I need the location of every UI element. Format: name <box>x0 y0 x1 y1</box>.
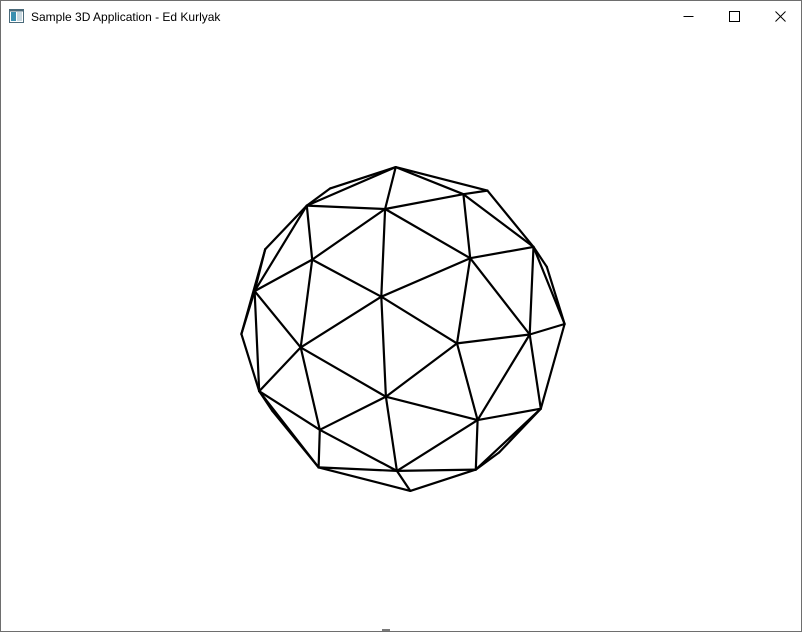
mesh-edge <box>317 428 321 469</box>
mesh-edge <box>394 166 489 192</box>
mesh-edge <box>271 410 320 469</box>
minimize-icon <box>683 16 693 17</box>
mesh-edge <box>455 342 479 422</box>
mesh-edge <box>474 451 501 471</box>
mesh-edge <box>305 166 397 207</box>
mesh-edge <box>462 193 535 248</box>
sphere-mesh <box>240 166 566 492</box>
mesh-edge <box>258 346 302 393</box>
mesh-edge <box>318 395 387 431</box>
app-window-icon[interactable] <box>9 9 24 23</box>
mesh-edge <box>394 166 465 196</box>
mesh-edge <box>469 245 535 260</box>
mesh-edge <box>311 258 383 298</box>
mesh-edge <box>253 204 308 293</box>
wireframe-sphere <box>240 166 566 492</box>
mesh-edge <box>299 346 387 398</box>
mesh-edge <box>528 245 535 336</box>
mesh-edge <box>528 322 566 336</box>
mesh-edge <box>395 419 479 472</box>
minimize-button[interactable] <box>665 1 711 32</box>
mesh-edge <box>258 390 321 431</box>
mesh-edge <box>384 342 459 398</box>
mesh-edge <box>476 333 531 422</box>
mesh-edge <box>311 207 387 261</box>
mesh-edge <box>299 295 383 349</box>
mesh-edge <box>305 204 387 211</box>
mesh-edge <box>469 257 531 336</box>
mesh-edge <box>305 204 314 261</box>
window-title: Sample 3D Application - Ed Kurlyak <box>31 10 221 24</box>
mesh-edge <box>384 395 479 422</box>
mesh-edge <box>384 395 398 472</box>
mesh-edge <box>455 333 531 345</box>
maximize-button[interactable] <box>711 1 757 32</box>
mesh-edge <box>253 248 267 293</box>
mesh-edge <box>462 193 472 260</box>
mesh-edge <box>318 428 398 472</box>
close-button[interactable] <box>757 1 801 32</box>
resize-grip <box>382 629 390 631</box>
mesh-edge <box>299 258 314 349</box>
mesh-edge <box>299 346 321 431</box>
mesh-edge <box>474 419 479 471</box>
mesh-edge <box>384 207 472 260</box>
close-icon <box>774 11 786 22</box>
mesh-edge <box>380 295 387 398</box>
mesh-edge <box>380 207 387 298</box>
mesh-edge <box>462 189 489 196</box>
maximize-icon <box>728 11 740 22</box>
mesh-edge <box>380 295 459 345</box>
title-bar[interactable]: Sample 3D Application - Ed Kurlyak <box>1 1 801 32</box>
mesh-edge <box>253 290 302 349</box>
mesh-edge <box>455 257 472 345</box>
render-viewport[interactable] <box>1 32 801 631</box>
mesh-edge <box>384 166 397 211</box>
mesh-edge <box>380 257 472 298</box>
mesh-edge <box>545 265 566 326</box>
mesh-edge <box>409 468 477 492</box>
mesh-edge <box>384 193 465 211</box>
app-window: Sample 3D Application - Ed Kurlyak <box>0 0 802 632</box>
mesh-edge <box>395 468 477 472</box>
mesh-edge <box>528 333 542 410</box>
mesh-edge <box>264 204 308 251</box>
mesh-edge <box>539 322 566 410</box>
